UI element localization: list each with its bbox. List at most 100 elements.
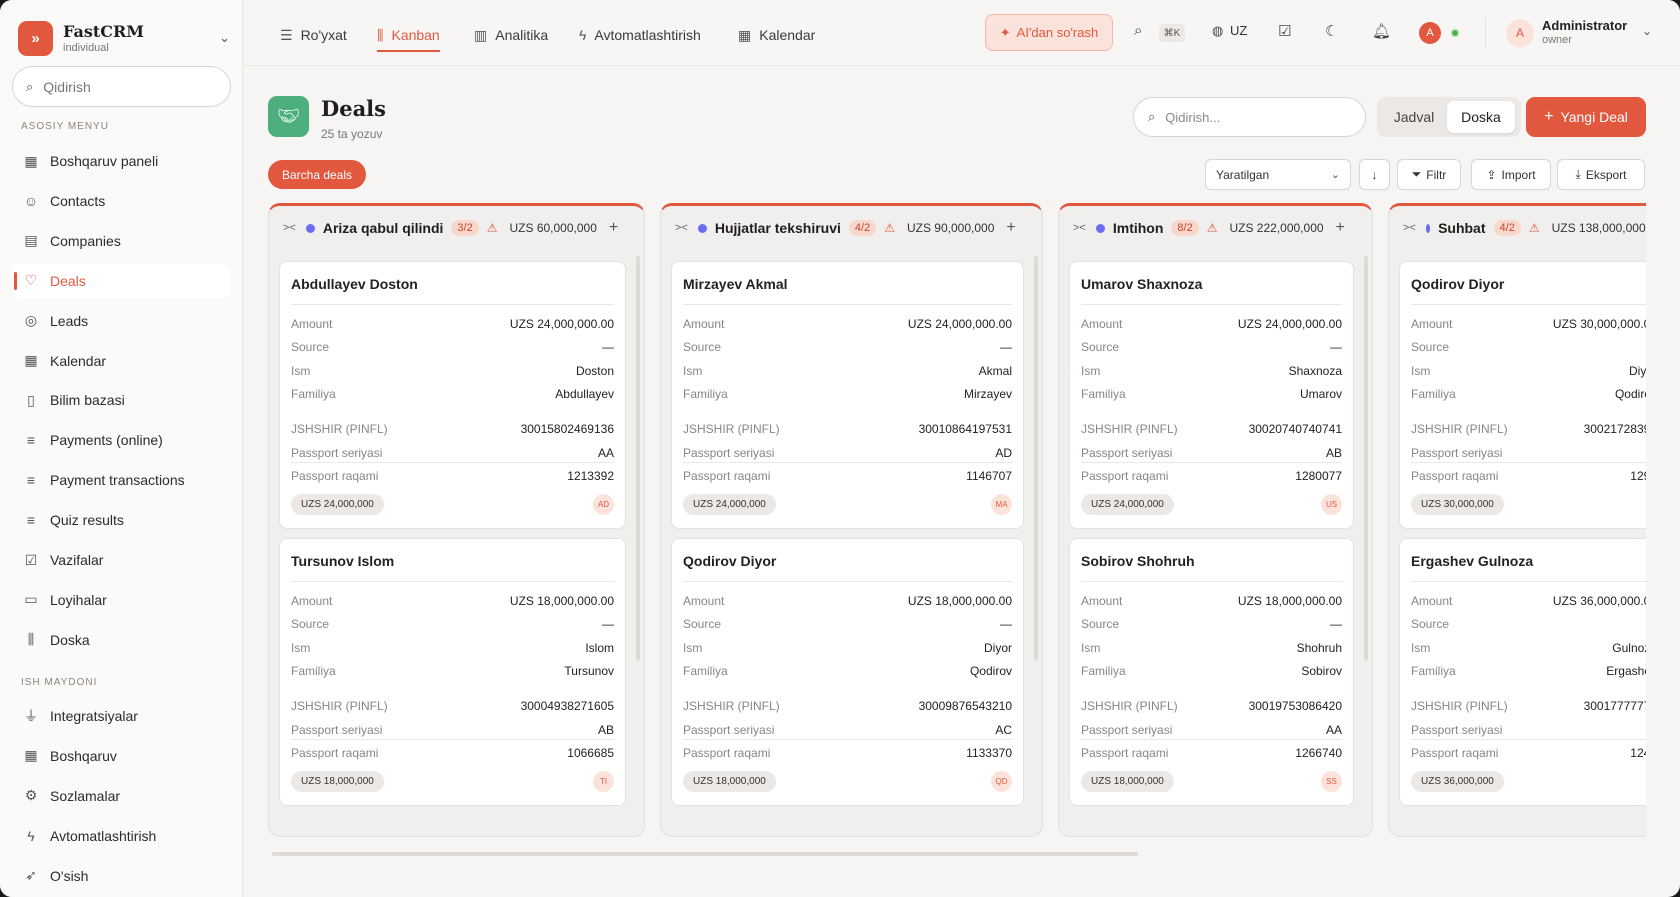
new-deal-button[interactable]: + Yangi Deal [1526,97,1646,137]
sidebar-item-o-sish[interactable]: ➶ O'sish [12,859,231,893]
sort-direction-button[interactable]: ↓ [1359,159,1390,190]
amount-badge: UZS 36,000,000 [1411,771,1504,792]
add-card-icon[interactable]: + [1006,219,1015,237]
field-value: Diyor [983,641,1012,655]
assignee-avatar[interactable]: AD [593,494,614,515]
moon-icon[interactable]: ☾ [1325,22,1338,40]
sidebar-item-boshqaruv-paneli[interactable]: ▦ Boshqaruv paneli [12,144,231,178]
deal-card[interactable]: Qodirov Diyor Amount UZS 30,000,000.00 Sour… [1399,261,1646,529]
sidebar-item-label: Sozlamalar [50,787,121,804]
avatar[interactable]: A [1419,22,1441,44]
assignee-avatar[interactable]: QD [991,771,1012,792]
sidebar-item-integratsiyalar[interactable]: ⏚ Integratsiyalar [12,699,231,733]
assignee-avatar[interactable]: US [1321,494,1342,515]
add-card-icon[interactable]: + [1336,219,1345,237]
tab-royxat[interactable]: ☰ Ro'yxat [280,22,347,48]
search-icon[interactable]: ⌕ [1134,22,1142,39]
user-name[interactable]: Administrator [1542,18,1627,33]
chevron-down-icon[interactable]: ⌄ [1642,24,1652,38]
add-card-icon[interactable]: + [609,219,618,237]
sidebar-item-leads[interactable]: ◎ Leads [12,304,231,338]
sidebar-item-companies[interactable]: ▤ Companies [12,224,231,258]
filter-all-deals-pill[interactable]: Barcha deals [268,160,366,189]
sidebar-item-quiz-results[interactable]: ≡ Quiz results [12,503,231,537]
assignee-avatar[interactable]: SS [1321,771,1342,792]
field-label: Familiya [683,664,728,678]
user-avatar[interactable]: A [1506,19,1534,47]
deal-card[interactable]: Abdullayev Doston Amount UZS 24,000,000.00… [279,261,626,529]
sort-select[interactable]: Yaratilgan ⌄ [1205,159,1351,190]
sidebar-item-label: O'sish [50,867,89,884]
sidebar-item-bilim-bazasi[interactable]: ▯ Bilim bazasi [12,383,231,417]
ask-ai-button[interactable]: ✦ AI'dan so'rash [985,14,1113,51]
handshake-icon: 🤝︎ [268,96,309,137]
assignee-avatar[interactable]: MA [991,494,1012,515]
sidebar-item-sozlamalar[interactable]: ⚙ Sozlamalar [12,779,231,813]
sidebar-item-label: Doska [50,631,90,648]
view-board-button[interactable]: Doska [1447,101,1515,133]
export-button[interactable]: ⤓ Eksport [1557,159,1645,190]
globe-icon[interactable]: ◍ [1212,23,1223,39]
column-count-badge: 4/2 [1493,220,1521,236]
column-scrollbar[interactable] [1034,256,1038,661]
assignee-avatar[interactable]: TI [593,771,614,792]
deals-search-input[interactable]: ⌕ Qidirish... [1133,97,1366,137]
import-button[interactable]: ⇪ Import [1471,159,1551,190]
field-row-pass_number: Passport raqami 1293 [1411,469,1646,487]
sidebar-item-contacts[interactable]: ☺ Contacts [12,184,231,218]
deal-card[interactable]: Ergashev Gulnoza Amount UZS 36,000,000.00 S… [1399,538,1646,806]
collapse-icon[interactable]: >< [675,222,688,234]
deal-card[interactable]: Mirzayev Akmal Amount UZS 24,000,000.00 Sou… [671,261,1024,529]
filter-button[interactable]: ⏷ Filtr [1397,159,1461,190]
sidebar-item-payments-online-[interactable]: ≡ Payments (online) [12,423,231,457]
sidebar-item-vazifalar[interactable]: ☑ Vazifalar [12,543,231,577]
field-row-source: Source — [1081,617,1342,635]
field-value: 30019753086420 [1248,699,1342,713]
kanban-column: ><Suhbat4/2⚠UZS 138,000,000+ Qodirov Diyo… [1388,203,1646,837]
stage-color-dot [1425,223,1431,233]
field-label: JSHSHIR (PINFL) [291,699,388,713]
deal-card[interactable]: Tursunov Islom Amount UZS 18,000,000.00 Sou… [279,538,626,806]
field-value: 1213392 [567,469,614,483]
field-value: — [1000,340,1012,354]
sidebar-item-kalendar[interactable]: ▦ Kalendar [12,344,231,378]
deal-card[interactable]: Umarov Shaxnoza Amount UZS 24,000,000.00 So… [1069,261,1354,529]
sidebar-item-avtomatlashtirish[interactable]: ϟ Avtomatlashtirish [12,819,231,853]
field-value: 30004938271605 [520,699,614,713]
tab-kanban[interactable]: ⫼ Kanban [377,22,440,52]
field-label: Ism [1411,364,1431,378]
sidebar-item-payment-transactions[interactable]: ≡ Payment transactions [12,463,231,497]
collapse-icon[interactable]: >< [1403,222,1416,234]
horizontal-scrollbar[interactable] [272,852,1138,856]
sidebar-item-loyihalar[interactable]: ▭ Loyihalar [12,583,231,617]
language-switcher[interactable]: UZ [1230,23,1247,38]
column-scrollbar[interactable] [1364,256,1368,661]
field-value: AB [597,723,614,737]
deal-card[interactable]: Qodirov Diyor Amount UZS 18,000,000.00 Sour… [671,538,1024,806]
column-header: ><Suhbat4/2⚠UZS 138,000,000+ [1389,206,1646,250]
task-check-icon[interactable]: ☑ [1278,22,1291,40]
tab-avtomatlashtirish[interactable]: ϟ Avtomatlashtirish [579,22,701,48]
tab-kalendar[interactable]: ▦ Kalendar [738,22,815,48]
sidebar-item-doska[interactable]: ⫼ Doska [12,623,231,657]
divider [1411,304,1646,305]
collapse-icon[interactable]: >< [1073,222,1086,234]
record-count: 25 ta yozuv [321,127,383,141]
amount-badge: UZS 24,000,000 [1081,494,1174,515]
bell-icon[interactable]: 🔔︎ [1372,22,1391,40]
tab-analitika[interactable]: ▥ Analitika [474,22,548,48]
column-scrollbar[interactable] [636,256,640,661]
filter-icon: ⏷ [1411,167,1422,181]
field-label: Amount [683,317,725,331]
collapse-icon[interactable]: >< [283,222,296,234]
field-value: Tursunov [564,664,614,678]
sidebar-search-input[interactable]: ⌕ Qidirish [12,66,231,107]
divider [683,581,1012,582]
sidebar-item-boshqaruv[interactable]: ▦ Boshqaruv [12,739,231,773]
view-table-button[interactable]: Jadval [1383,101,1445,133]
field-row-familiya: Familiya Umarov [1081,387,1342,405]
field-label: JSHSHIR (PINFL) [683,699,780,713]
deal-card[interactable]: Sobirov Shohruh Amount UZS 18,000,000.00 So… [1069,538,1354,806]
workspace-switcher[interactable]: » FastCRM individual ⌄ [18,20,230,56]
sidebar-item-deals[interactable]: ♡ Deals [12,263,231,298]
